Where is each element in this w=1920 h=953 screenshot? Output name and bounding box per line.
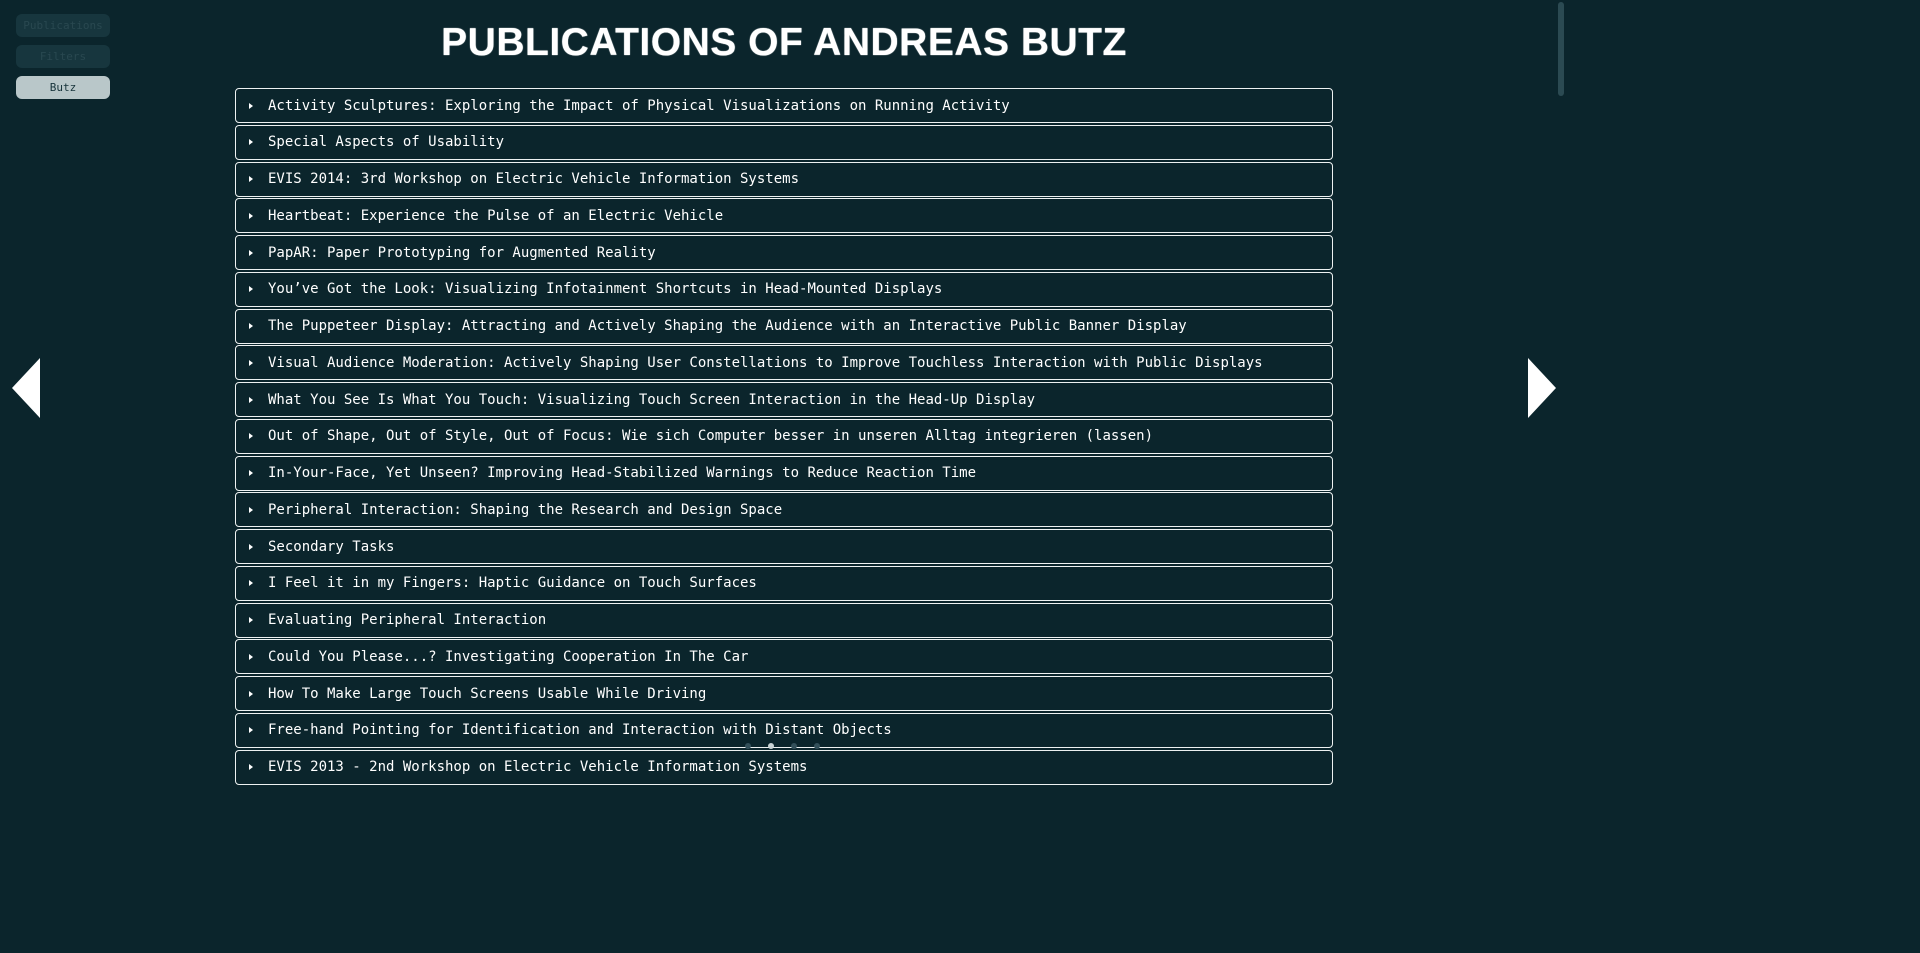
caret-right-icon xyxy=(249,543,253,550)
publication-item[interactable]: Evaluating Peripheral Interaction xyxy=(235,602,1333,638)
caret-right-icon xyxy=(249,286,253,293)
caret-right-icon xyxy=(249,690,253,697)
publication-item[interactable]: Heartbeat: Experience the Pulse of an El… xyxy=(235,198,1333,234)
publication-item[interactable]: Visual Audience Moderation: Actively Sha… xyxy=(235,345,1333,381)
caret-right-icon xyxy=(249,212,253,219)
publication-item[interactable]: EVIS 2014: 3rd Workshop on Electric Vehi… xyxy=(235,161,1333,197)
page-indicator xyxy=(745,743,837,749)
publication-title: Could You Please...? Investigating Coope… xyxy=(268,648,749,665)
publication-title: The Puppeteer Display: Attracting and Ac… xyxy=(268,318,1187,334)
publication-title: How To Make Large Touch Screens Usable W… xyxy=(268,685,707,702)
publication-item[interactable]: Activity Sculptures: Exploring the Impac… xyxy=(235,88,1333,123)
filters-button[interactable]: Filters xyxy=(16,45,110,68)
triangle-left-icon[interactable] xyxy=(12,358,40,418)
publication-title: In-Your-Face, Yet Unseen? Improving Head… xyxy=(268,465,977,481)
publication-title: Free-hand Pointing for Identification an… xyxy=(268,722,892,739)
scrollbar-thumb[interactable] xyxy=(1558,2,1564,96)
publication-title: EVIS 2013 - 2nd Workshop on Electric Veh… xyxy=(268,759,808,775)
butz-button[interactable]: Butz xyxy=(16,76,110,99)
caret-right-icon xyxy=(249,433,253,440)
publication-item[interactable]: Could You Please...? Investigating Coope… xyxy=(235,639,1333,675)
caret-right-icon xyxy=(249,396,253,403)
publication-title: What You See Is What You Touch: Visualiz… xyxy=(268,391,1036,408)
caret-right-icon xyxy=(249,359,253,366)
publication-title: PapAR: Paper Prototyping for Augmented R… xyxy=(268,244,656,261)
caret-right-icon xyxy=(249,176,253,182)
publication-list: Activity Sculptures: Exploring the Impac… xyxy=(235,88,1333,786)
publication-title: Out of Shape, Out of Style, Out of Focus… xyxy=(268,428,1154,445)
publication-title: Visual Audience Moderation: Actively Sha… xyxy=(268,354,1263,371)
publication-item[interactable]: Out of Shape, Out of Style, Out of Focus… xyxy=(235,418,1333,454)
caret-right-icon xyxy=(249,139,253,146)
publication-title: You’ve Got the Look: Visualizing Infotai… xyxy=(268,281,943,298)
caret-right-icon xyxy=(249,506,253,513)
publications-button[interactable]: Publications xyxy=(16,14,110,37)
publication-item[interactable]: How To Make Large Touch Screens Usable W… xyxy=(235,676,1333,711)
publication-item[interactable]: In-Your-Face, Yet Unseen? Improving Head… xyxy=(235,455,1333,491)
caret-right-icon xyxy=(249,653,253,660)
page-dot[interactable] xyxy=(814,743,820,749)
publication-item[interactable]: You’ve Got the Look: Visualizing Infotai… xyxy=(235,271,1333,307)
caret-right-icon xyxy=(249,617,253,623)
scrollbar[interactable] xyxy=(1554,0,1568,778)
caret-right-icon xyxy=(249,102,253,109)
publication-item[interactable]: Special Aspects of Usability xyxy=(235,124,1333,160)
caret-right-icon xyxy=(249,470,253,476)
publication-item[interactable]: The Puppeteer Display: Attracting and Ac… xyxy=(235,308,1333,344)
publication-title: Evaluating Peripheral Interaction xyxy=(268,612,547,628)
publication-item[interactable]: What You See Is What You Touch: Visualiz… xyxy=(235,382,1333,417)
publication-item[interactable]: I Feel it in my Fingers: Haptic Guidance… xyxy=(235,565,1333,601)
publication-item[interactable]: PapAR: Paper Prototyping for Augmented R… xyxy=(235,235,1333,270)
publication-title: Heartbeat: Experience the Pulse of an El… xyxy=(268,207,724,224)
page-dot[interactable] xyxy=(745,743,751,749)
publication-title: Secondary Tasks xyxy=(268,538,395,555)
page-dot[interactable] xyxy=(791,743,797,749)
publication-title: Activity Sculptures: Exploring the Impac… xyxy=(268,97,1010,114)
caret-right-icon xyxy=(249,727,253,734)
publication-item[interactable]: Peripheral Interaction: Shaping the Rese… xyxy=(235,492,1333,528)
publication-title: Peripheral Interaction: Shaping the Rese… xyxy=(268,501,783,518)
caret-right-icon xyxy=(249,249,253,256)
caret-right-icon xyxy=(249,323,253,329)
page-dot[interactable] xyxy=(768,743,774,749)
caret-right-icon xyxy=(249,580,253,587)
publication-title: EVIS 2014: 3rd Workshop on Electric Vehi… xyxy=(268,171,800,187)
publication-title: I Feel it in my Fingers: Haptic Guidance… xyxy=(268,575,757,592)
publication-title: Special Aspects of Usability xyxy=(268,134,505,151)
publication-item[interactable]: Secondary Tasks xyxy=(235,529,1333,564)
page-title: Publications of Andreas Butz xyxy=(441,21,1127,64)
publication-item[interactable]: EVIS 2013 - 2nd Workshop on Electric Veh… xyxy=(235,749,1333,785)
triangle-right-icon[interactable] xyxy=(1528,358,1556,418)
side-nav: Publications Filters Butz xyxy=(16,14,110,107)
caret-right-icon xyxy=(249,764,253,770)
